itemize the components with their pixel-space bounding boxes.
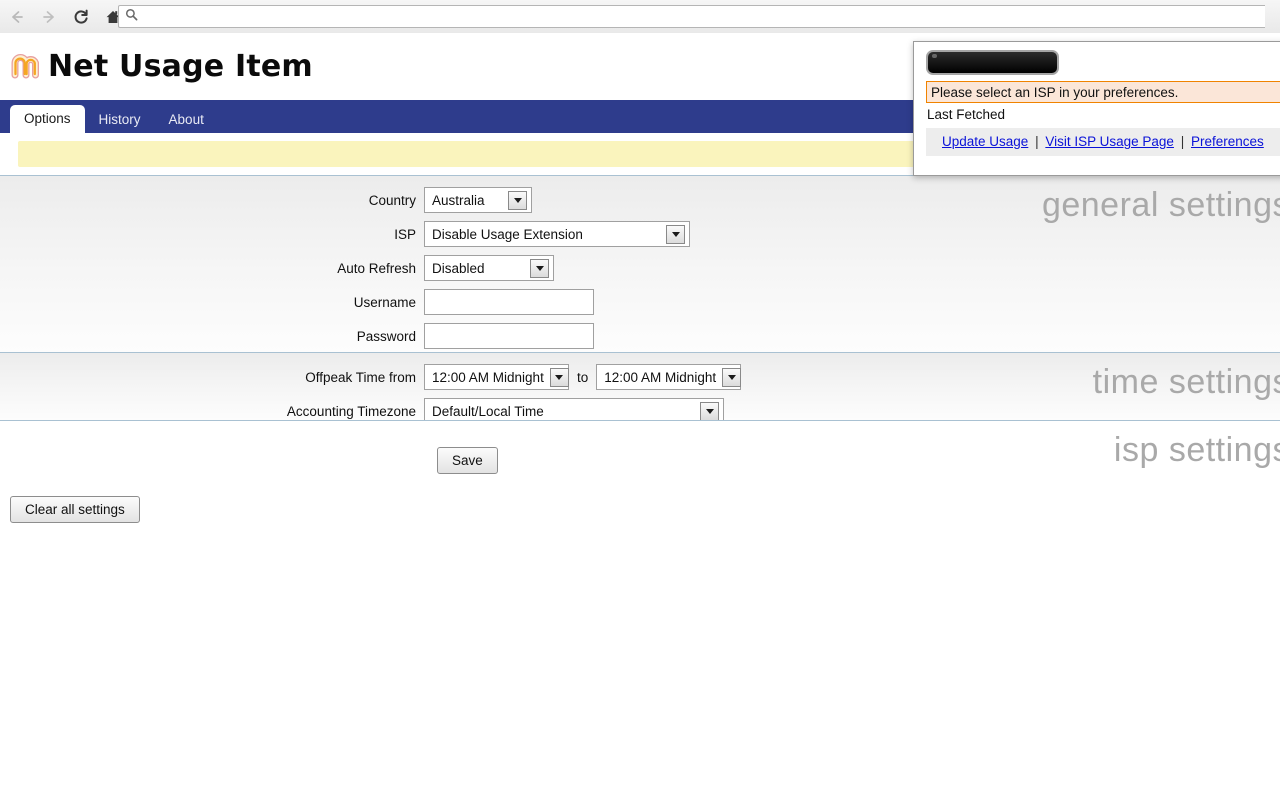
usage-meter-bar (926, 50, 1059, 75)
arrow-left-icon (8, 8, 26, 26)
browser-toolbar (0, 0, 1280, 34)
isp-label: ISP (394, 226, 416, 242)
field-row-timezone: Accounting Timezone Default/Local Time (0, 398, 1280, 420)
reload-icon (72, 8, 90, 26)
username-label: Username (353, 294, 416, 310)
offpeak-to-value: 12:00 AM Midnight (604, 369, 717, 385)
section-time-settings: time settings Offpeak Time from 12:00 AM… (0, 352, 1280, 420)
auto-refresh-select-value: Disabled (432, 260, 485, 276)
chevron-down-icon (508, 190, 527, 210)
field-row-username: Username (0, 289, 1280, 315)
offpeak-to-select[interactable]: 12:00 AM Midnight (596, 364, 742, 390)
preferences-link[interactable]: Preferences (1191, 134, 1264, 149)
chevron-down-icon (666, 224, 685, 244)
username-input[interactable] (424, 289, 594, 315)
country-select[interactable]: Australia (424, 187, 532, 213)
timezone-select-value: Default/Local Time (432, 403, 544, 419)
field-row-password: Password (0, 323, 1280, 349)
section-isp-watermark: isp settings (1113, 431, 1280, 469)
tab-options[interactable]: Options (10, 105, 85, 133)
screen: Net Usage Item Options History About gen… (0, 0, 1280, 800)
offpeak-from-select[interactable]: 12:00 AM Midnight (424, 364, 569, 390)
timezone-label: Accounting Timezone (286, 403, 416, 419)
chevron-down-icon (530, 258, 549, 278)
section-time-watermark: time settings (1092, 363, 1280, 401)
isp-select[interactable]: Disable Usage Extension (424, 221, 690, 247)
chevron-down-icon (549, 367, 569, 387)
address-input[interactable] (144, 6, 1238, 27)
update-usage-link[interactable]: Update Usage (942, 134, 1028, 149)
clear-all-settings-button[interactable]: Clear all settings (10, 496, 140, 523)
net-usage-item-logo-icon (8, 50, 42, 84)
offpeak-label: Offpeak Time from (305, 369, 416, 385)
arrow-right-icon (40, 8, 58, 26)
visit-isp-usage-page-link[interactable]: Visit ISP Usage Page (1045, 134, 1174, 149)
field-row-auto-refresh: Auto Refresh Disabled (0, 255, 1280, 281)
popup-warning-message: Please select an ISP in your preferences… (926, 81, 1280, 103)
password-label: Password (356, 328, 416, 344)
usage-bar-area (914, 42, 1280, 81)
password-input[interactable] (424, 323, 594, 349)
toolbar-right-filler (1265, 0, 1280, 33)
save-button-area: Save (0, 421, 1280, 474)
isp-select-value: Disable Usage Extension (432, 226, 583, 242)
section-general-settings: general settings Country Australia ISP D… (0, 175, 1280, 352)
section-isp-settings: isp settings Save Clear all settings (0, 420, 1280, 751)
chevron-down-icon (700, 401, 719, 420)
popup-last-fetched: Last Fetched (927, 107, 1006, 122)
back-button[interactable] (2, 2, 32, 32)
save-button[interactable]: Save (437, 447, 498, 474)
field-row-offpeak: Offpeak Time from 12:00 AM Midnight to 1… (0, 364, 1280, 390)
link-separator: | (1035, 134, 1039, 149)
auto-refresh-label: Auto Refresh (337, 260, 416, 276)
chevron-down-icon (722, 367, 742, 387)
reload-button[interactable] (66, 2, 96, 32)
offpeak-to-label: to (577, 369, 589, 385)
clear-button-area: Clear all settings (0, 474, 1280, 523)
country-label: Country (368, 192, 416, 208)
page-title: Net Usage Item (48, 49, 313, 84)
address-bar[interactable] (118, 5, 1274, 28)
search-icon (125, 8, 138, 26)
timezone-select[interactable]: Default/Local Time (424, 398, 724, 420)
popup-links-row: Update Usage | Visit ISP Usage Page | Pr… (926, 128, 1280, 156)
tab-history[interactable]: History (85, 106, 155, 133)
extension-popup: Please select an ISP in your preferences… (913, 41, 1280, 176)
auto-refresh-select[interactable]: Disabled (424, 255, 554, 281)
tab-about[interactable]: About (155, 106, 218, 133)
link-separator: | (1180, 134, 1185, 149)
section-general-watermark: general settings (1041, 186, 1280, 224)
country-select-value: Australia (432, 192, 485, 208)
offpeak-from-value: 12:00 AM Midnight (432, 369, 544, 385)
forward-button[interactable] (34, 2, 64, 32)
